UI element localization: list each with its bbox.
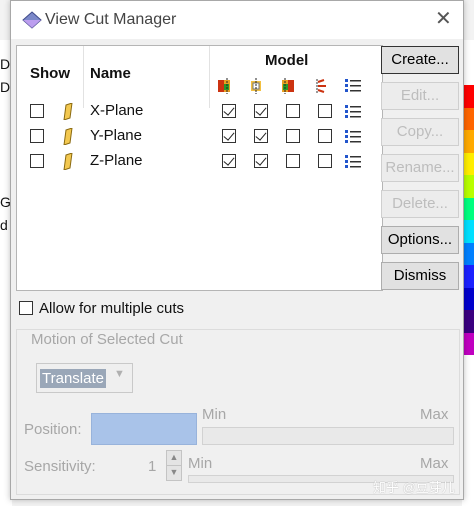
section-front-icon [218,78,230,94]
row-model-checkbox[interactable] [286,104,300,118]
options-button[interactable]: Options... [381,226,459,254]
background-colormap [463,85,474,355]
list-icon[interactable] [344,104,362,120]
colormap-swatch [463,287,474,310]
sensitivity-label: Sensitivity: [24,458,96,475]
cut-plane-icon [63,103,73,120]
spin-up-icon[interactable]: ▲ [166,450,182,466]
row-name[interactable]: Z-Plane [90,152,143,169]
position-slider[interactable] [202,427,454,445]
section-back-icon [282,78,294,94]
row-show-checkbox[interactable] [30,129,44,143]
dismiss-button[interactable]: Dismiss [381,262,459,290]
colormap-swatch [463,175,474,198]
delete-button[interactable]: Delete... [381,190,459,218]
position-label: Position: [24,421,82,438]
list-icon[interactable] [344,154,362,170]
sensitivity-min-label: Min [188,455,213,472]
row-show-checkbox[interactable] [30,104,44,118]
create-button[interactable]: Create... [381,46,459,74]
row-model-checkbox[interactable] [318,154,332,168]
row-model-checkbox[interactable] [222,104,236,118]
colormap-swatch [463,310,474,333]
row-name[interactable]: Y-Plane [90,127,142,144]
colormap-swatch [463,220,474,243]
row-model-checkbox[interactable] [222,129,236,143]
freebody-icon [316,79,326,93]
chevron-down-icon: ▼ [114,368,125,380]
section-cut-icon [251,78,261,94]
list-icon[interactable] [344,129,362,145]
edit-button[interactable]: Edit... [381,82,459,110]
colormap-swatch [463,107,474,130]
cut-plane-icon [63,128,73,145]
sensitivity-value: 1 [148,458,157,475]
sensitivity-spinner[interactable]: ▲ ▼ [166,450,182,481]
colormap-swatch [463,152,474,175]
row-model-checkbox[interactable] [254,154,268,168]
row-model-checkbox[interactable] [286,154,300,168]
row-show-checkbox[interactable] [30,154,44,168]
colormap-swatch [463,197,474,220]
header-show: Show [30,65,70,82]
spin-down-icon[interactable]: ▼ [166,465,182,481]
colormap-swatch [463,130,474,153]
copy-button[interactable]: Copy... [381,118,459,146]
list-icon [345,79,361,92]
motion-mode-value: Translate [40,369,106,388]
window-title: View Cut Manager [45,11,177,28]
header-name: Name [90,65,131,82]
title-bar: View Cut Manager ✕ [11,1,463,39]
position-max-label: Max [420,406,449,423]
view-cut-app-icon [22,11,42,29]
row-name[interactable]: X-Plane [90,102,143,119]
position-min-label: Min [202,406,227,423]
cut-list-panel: Show Name Model X-Plane Y-Plane Z-Plane [16,45,383,291]
allow-multiple-cuts-label: Allow for multiple cuts [39,300,185,317]
row-model-checkbox[interactable] [254,129,268,143]
cut-plane-icon [63,153,73,170]
motion-mode-dropdown[interactable]: Translate ▼ [36,363,133,393]
rename-button[interactable]: Rename... [381,154,459,182]
watermark: 知乎 @豆芽儿 [373,480,455,495]
colormap-swatch [463,85,474,108]
row-model-checkbox[interactable] [222,154,236,168]
colormap-swatch [463,265,474,288]
row-model-checkbox[interactable] [286,129,300,143]
row-model-checkbox[interactable] [318,129,332,143]
sensitivity-max-label: Max [420,455,449,472]
allow-multiple-cuts-checkbox[interactable] [19,301,33,315]
row-model-checkbox[interactable] [318,104,332,118]
colormap-swatch [463,242,474,265]
row-model-checkbox[interactable] [254,104,268,118]
colormap-swatch [463,332,474,355]
view-cut-manager-dialog: View Cut Manager ✕ Show Name Model X-Pla… [10,0,464,500]
position-input[interactable] [91,413,197,445]
motion-group-label: Motion of Selected Cut [28,331,186,348]
column-divider [209,46,210,108]
header-model: Model [265,52,309,69]
close-icon[interactable]: ✕ [435,9,452,29]
column-divider [83,46,84,108]
